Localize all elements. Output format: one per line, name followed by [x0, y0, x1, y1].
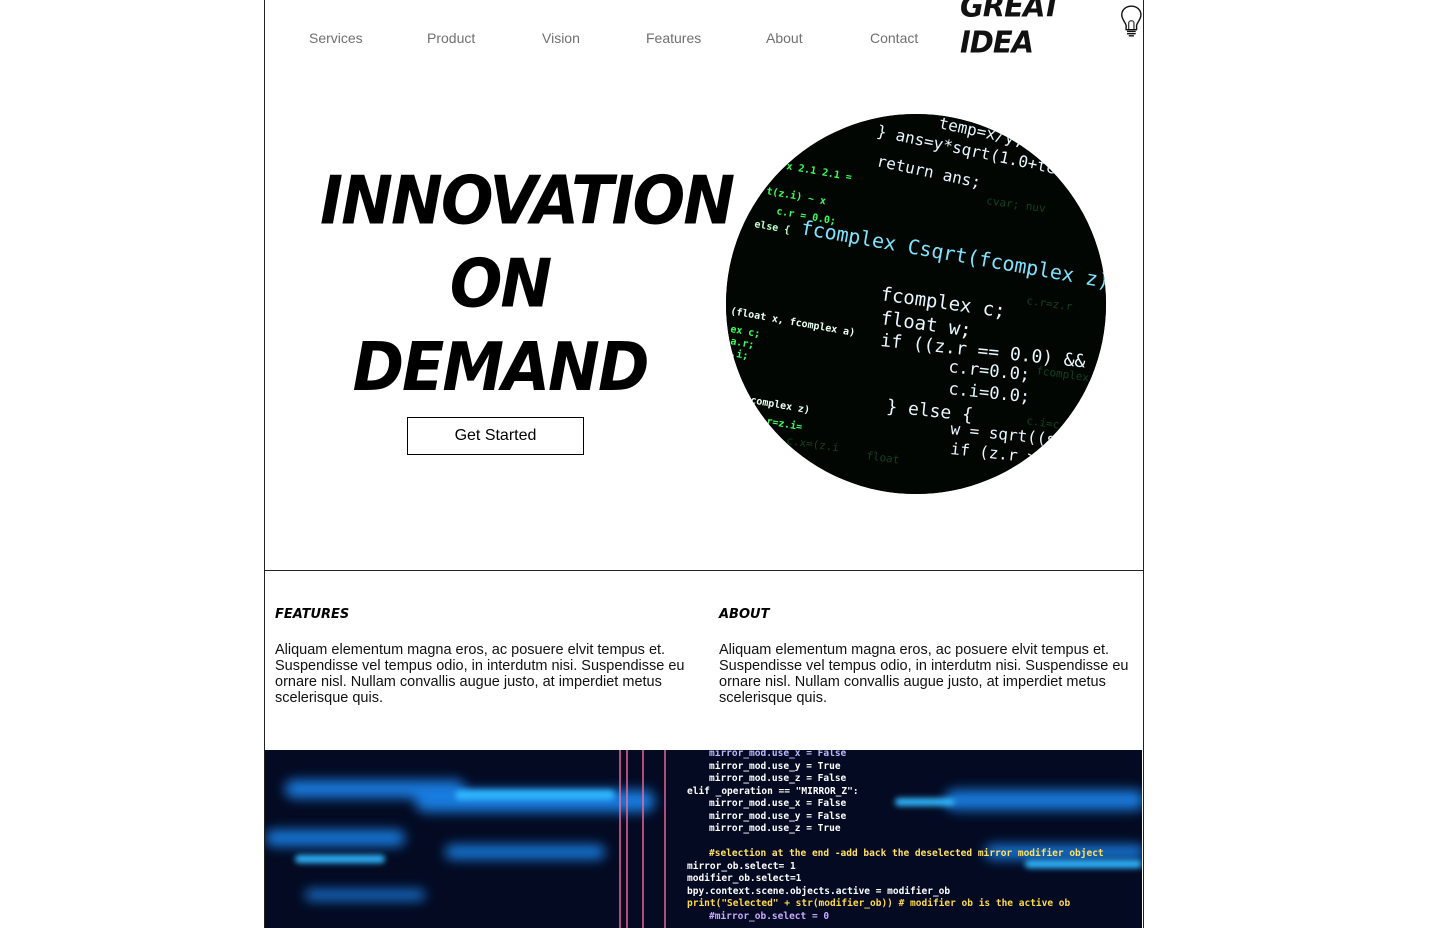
logo-text: GREAT IDEA — [960, 0, 1061, 60]
svg-text:elif _operation == "MIRROR_Z":: elif _operation == "MIRROR_Z": — [687, 786, 859, 797]
main-nav: Services Product Vision Features About C… — [265, 30, 945, 50]
nav-services[interactable]: Services — [309, 30, 363, 46]
nav-about[interactable]: About — [766, 30, 803, 46]
svg-text:#mirror_ob.select = 0: #mirror_ob.select = 0 — [709, 911, 829, 922]
nav-contact[interactable]: Contact — [870, 30, 918, 46]
features-heading: FEATURES — [275, 607, 350, 622]
lightbulb-icon — [1121, 5, 1142, 37]
section-divider — [265, 570, 1143, 571]
hero-title-line-3: DEMAND — [352, 327, 650, 407]
svg-text:mirror_mod.use_x = False: mirror_mod.use_x = False — [709, 798, 847, 809]
svg-text:mirror_mod.use_z = False: mirror_mod.use_z = False — [709, 773, 847, 784]
banner-code-graphic: mirror_mod.use_x = False mirror_mod.use_… — [265, 750, 1142, 928]
hero-title-line-2: ON — [449, 244, 553, 323]
hero-code-image: cvar; nuv c.r=z.r fcomplex c.i=c.r c.x=(… — [726, 114, 1106, 494]
nav-features[interactable]: Features — [646, 30, 701, 46]
svg-text:bpy.context.scene.objects.acti: bpy.context.scene.objects.active = modif… — [687, 886, 950, 897]
svg-text:mirror_ob.select= 1: mirror_ob.select= 1 — [687, 861, 796, 872]
about-section: ABOUT Aliquam elementum magna eros, ac p… — [719, 607, 1131, 706]
nav-product[interactable]: Product — [427, 30, 475, 46]
code-banner-image: mirror_mod.use_x = False mirror_mod.use_… — [265, 750, 1142, 928]
about-body: Aliquam elementum magna eros, ac posuere… — [719, 642, 1129, 706]
svg-text:modifier_ob.select=1: modifier_ob.select=1 — [687, 873, 802, 884]
svg-text:mirror_mod.use_y = False: mirror_mod.use_y = False — [709, 811, 847, 822]
svg-text:mirror_mod.use_z = True: mirror_mod.use_z = True — [709, 823, 841, 834]
svg-text:#selection at the end -add bac: #selection at the end -add back the dese… — [709, 848, 1104, 859]
svg-text:mirror_mod.use_y = True: mirror_mod.use_y = True — [709, 761, 841, 772]
nav-vision[interactable]: Vision — [542, 30, 580, 46]
about-heading: ABOUT — [719, 607, 770, 622]
hero-code-graphic: cvar; nuv c.r=z.r fcomplex c.i=c.r c.x=(… — [726, 114, 1106, 494]
hero-title-line-1: INNOVATION — [320, 160, 735, 240]
features-body: Aliquam elementum magna eros, ac posuere… — [275, 642, 685, 706]
hero-title: INNOVATION ON DEMAND — [320, 159, 735, 408]
features-section: FEATURES Aliquam elementum magna eros, a… — [275, 607, 687, 706]
get-started-button[interactable]: Get Started — [407, 417, 584, 455]
page-container: Services Product Vision Features About C… — [264, 0, 1144, 928]
logo[interactable]: GREAT IDEA — [960, 0, 1143, 60]
svg-text:mirror_mod.use_x = False: mirror_mod.use_x = False — [709, 750, 847, 759]
svg-text:print("Selected" + str(modifie: print("Selected" + str(modifier_ob)) # m… — [687, 898, 1070, 909]
